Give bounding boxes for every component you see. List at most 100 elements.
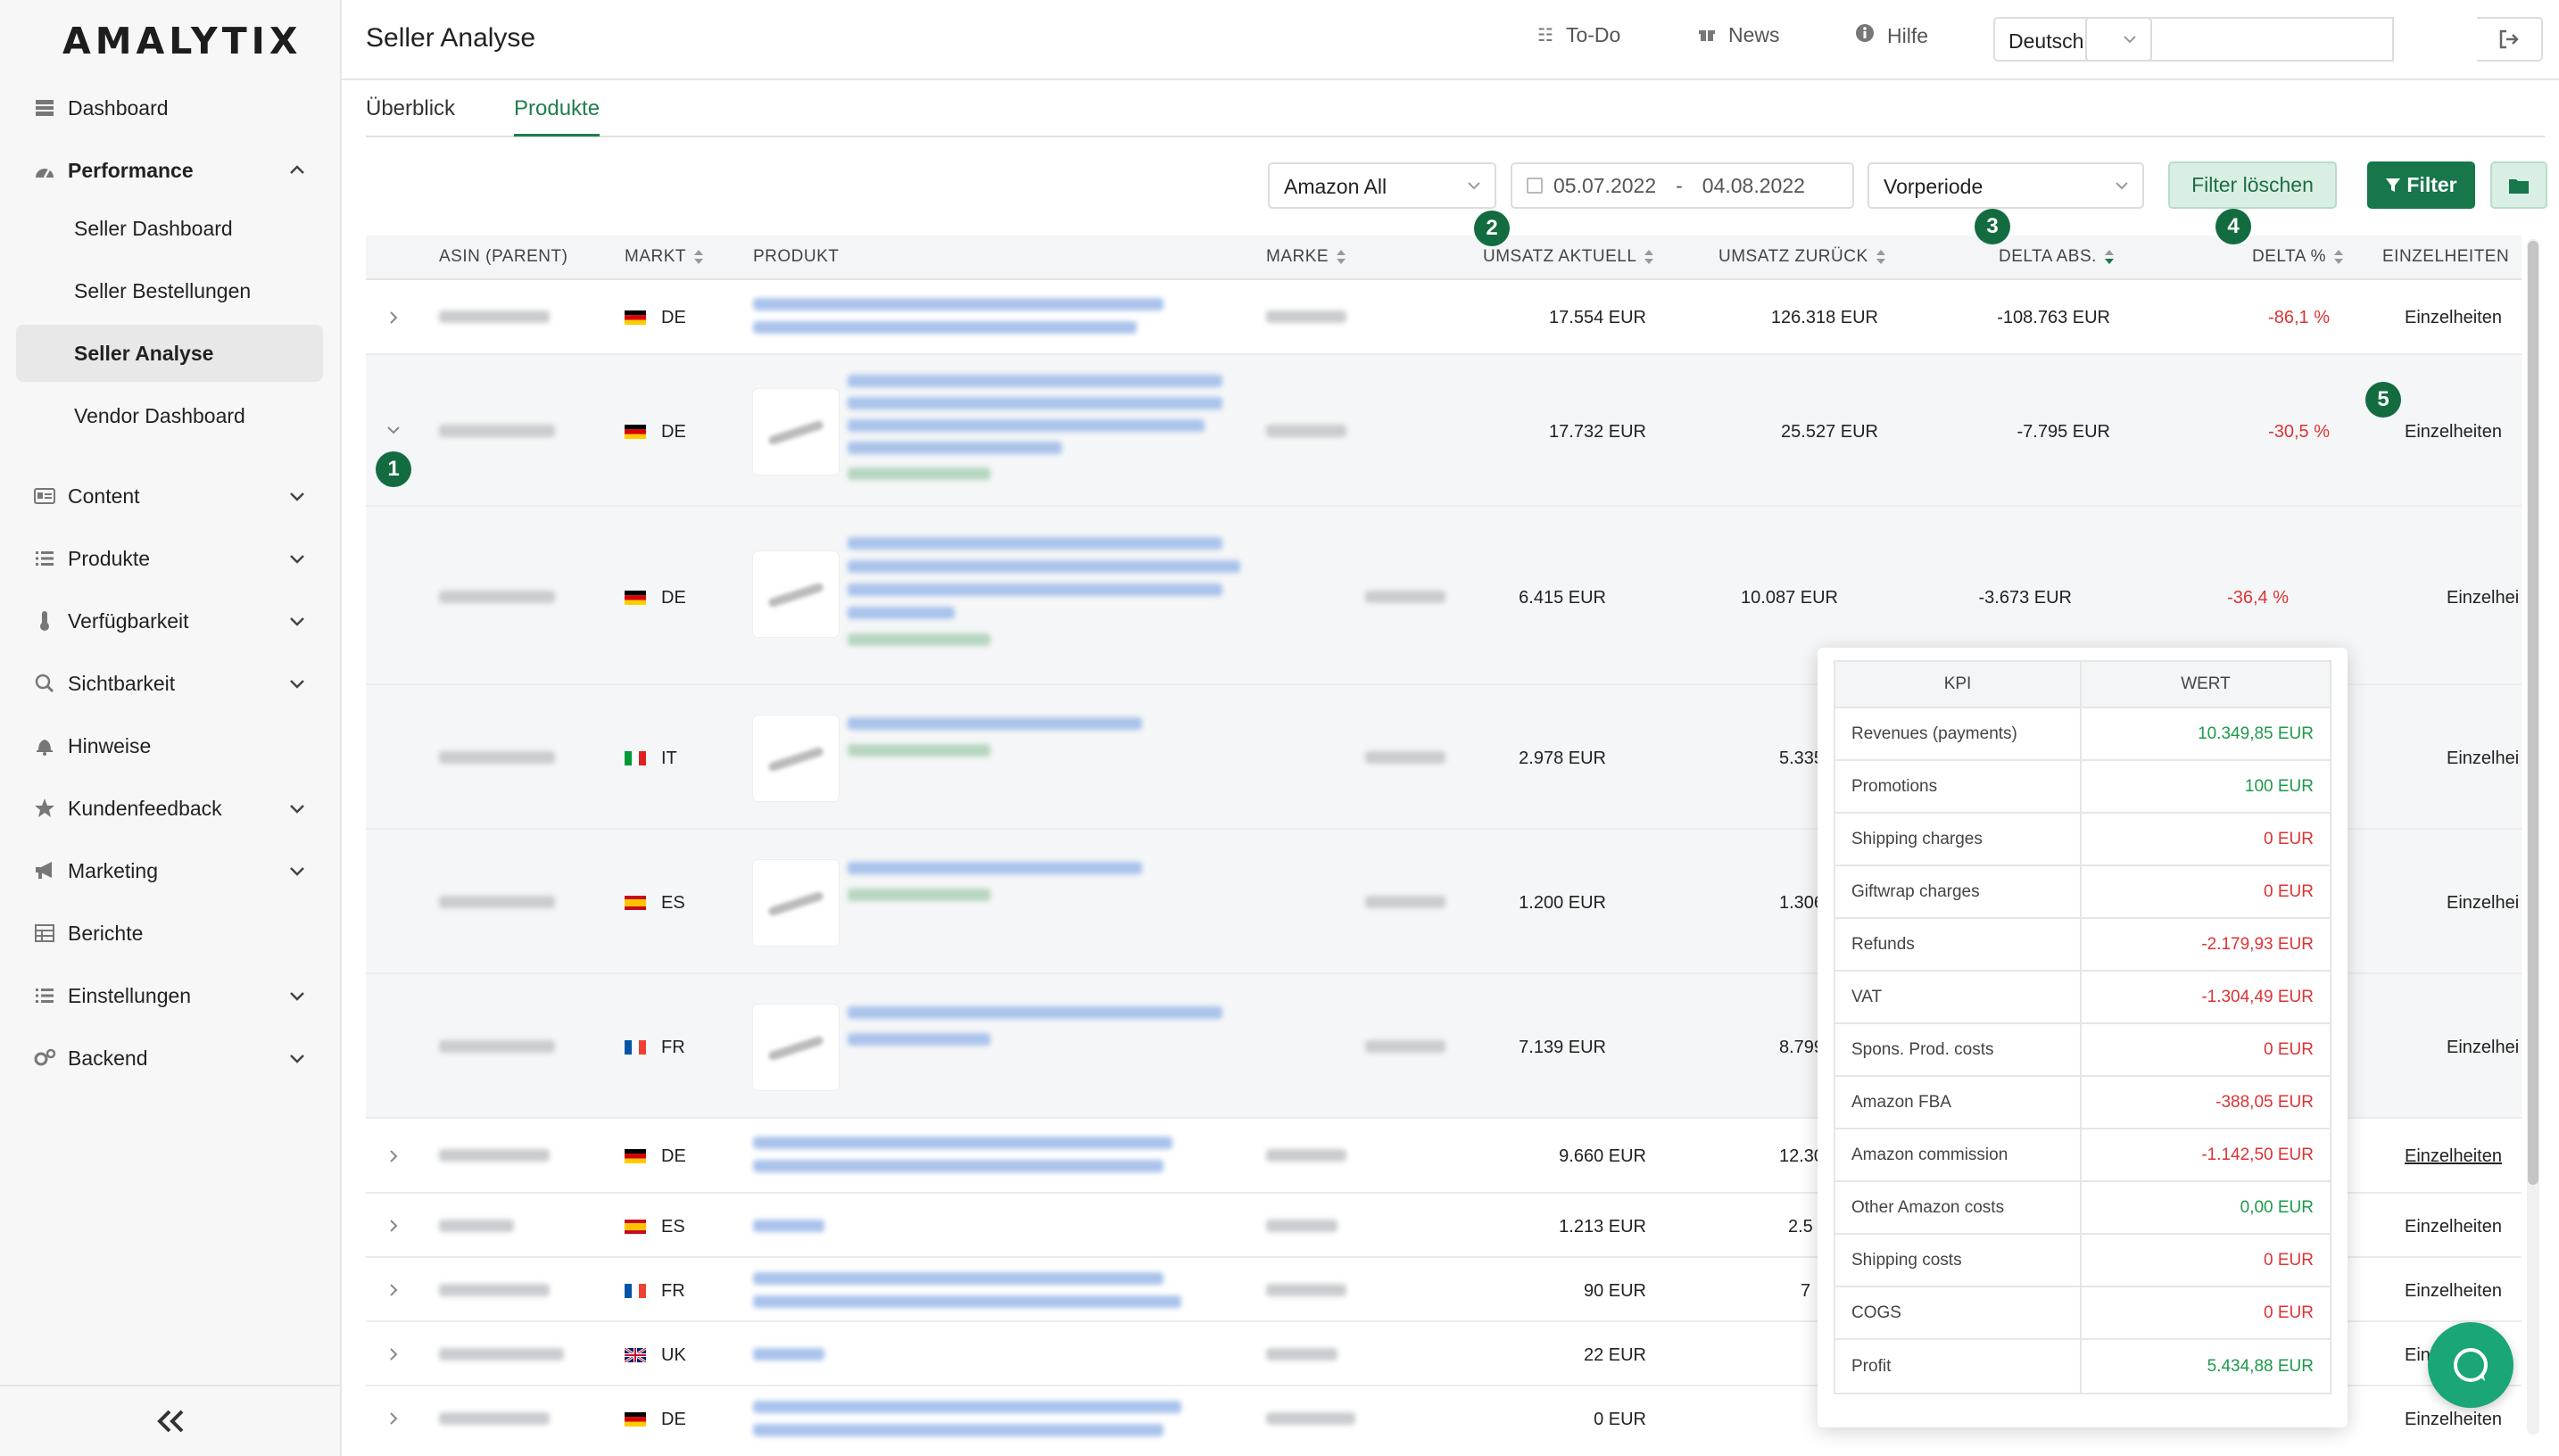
date-range-picker[interactable]: 05.07.2022 - 04.08.2022 <box>1511 162 1854 209</box>
chevron-down-icon <box>290 555 304 564</box>
sidebar-item-kundenfeedback[interactable]: Kundenfeedback <box>0 782 342 835</box>
brand-redacted <box>1365 1040 1445 1053</box>
expand-chevron-icon[interactable] <box>385 1147 402 1165</box>
product-link-redacted[interactable] <box>848 537 1222 550</box>
column-header-asin[interactable]: ASIN (PARENT) <box>439 247 567 267</box>
expand-chevron-icon[interactable] <box>385 1345 402 1363</box>
sidebar-item-sichtbarkeit[interactable]: Sichtbarkeit <box>0 657 342 710</box>
marketplace-value: Amazon All <box>1284 175 1387 198</box>
product-link-redacted[interactable] <box>753 298 1164 310</box>
sidebar-item-label: Backend <box>68 1046 148 1070</box>
product-link-redacted[interactable] <box>848 442 1062 454</box>
column-header-label: PRODUKT <box>753 247 840 266</box>
column-header-umsatz-aktuell[interactable]: UMSATZ AKTUELL <box>1483 247 1654 267</box>
sidebar-subitem-seller-bestellungen[interactable]: Seller Bestellungen <box>16 262 323 319</box>
sidebar-subitem-vendor-dashboard[interactable]: Vendor Dashboard <box>16 387 323 444</box>
details-link[interactable]: Einzelheiten <box>2405 1217 2502 1237</box>
sidebar-subitem-label: Seller Bestellungen <box>74 278 252 302</box>
asin-redacted <box>439 425 555 437</box>
sidebar-item-hinweise[interactable]: Hinweise <box>0 719 342 773</box>
filter-button[interactable]: Filter <box>2367 161 2475 209</box>
details-link[interactable]: Einzelhei <box>2447 588 2519 608</box>
product-link-redacted[interactable] <box>753 1295 1181 1308</box>
table-row[interactable]: DE 17.554 EUR 126.318 EUR -108.763 EUR -… <box>366 280 2522 355</box>
revenue-previous: 10.087 EUR <box>1741 588 1838 608</box>
product-link-redacted[interactable] <box>848 375 1222 387</box>
details-link[interactable]: Einzelhei <box>2447 749 2519 769</box>
kpi-row: Other Amazon costs 0,00 EUR <box>1835 1182 2330 1235</box>
product-link-redacted[interactable] <box>848 419 1205 432</box>
details-link[interactable]: Einzelhei <box>2447 893 2519 914</box>
details-link[interactable]: Einzelheiten <box>2405 1281 2502 1302</box>
chat-button[interactable] <box>2428 1322 2513 1408</box>
column-header-markt[interactable]: MARKT <box>625 247 704 267</box>
column-header-marke[interactable]: MARKE <box>1266 247 1346 267</box>
product-link-redacted[interactable] <box>848 560 1240 573</box>
expand-chevron-icon[interactable] <box>385 1410 402 1427</box>
product-link-redacted[interactable] <box>848 583 1222 596</box>
product-link-redacted[interactable] <box>753 1160 1164 1172</box>
product-link-redacted[interactable] <box>848 607 955 619</box>
expand-chevron-icon[interactable] <box>385 309 402 327</box>
sidebar-item-dashboard[interactable]: Dashboard <box>0 81 342 135</box>
tab-ueberblick[interactable]: Überblick <box>366 96 455 134</box>
product-link-redacted[interactable] <box>753 1137 1172 1149</box>
expand-chevron-icon[interactable] <box>385 1281 402 1299</box>
saved-filters-button[interactable] <box>2490 161 2547 209</box>
product-link-redacted[interactable] <box>753 1272 1164 1285</box>
details-link[interactable]: Einzelheiten <box>2405 308 2502 328</box>
sidebar-item-backend[interactable]: Backend <box>0 1031 342 1085</box>
details-link[interactable]: Einzelheiten <box>2405 1410 2502 1430</box>
product-link-redacted[interactable] <box>753 1424 1164 1436</box>
details-link[interactable]: Einzelheiten <box>2405 1146 2502 1167</box>
compare-period-select[interactable]: Vorperiode <box>1867 162 2144 209</box>
sidebar-item-content[interactable]: Content <box>0 469 342 523</box>
search-input[interactable] <box>2085 17 2394 62</box>
marketplace-select[interactable]: Amazon All <box>1268 162 1496 209</box>
column-header-delta-abs[interactable]: DELTA ABS. <box>1999 247 2115 267</box>
clear-filter-button[interactable]: Filter löschen <box>2168 161 2337 209</box>
revenue-current: 0 EUR <box>1594 1410 1646 1429</box>
product-link-redacted[interactable] <box>848 397 1222 410</box>
collapse-chevron-icon[interactable] <box>385 421 402 439</box>
column-header-delta-pct[interactable]: DELTA % <box>2252 247 2344 267</box>
expand-chevron-icon[interactable] <box>385 1217 402 1235</box>
table-row[interactable]: DE 17.732 EUR 25.527 EUR -7.795 EUR -30,… <box>366 355 2522 507</box>
sidebar-item-marketing[interactable]: Marketing <box>0 844 342 898</box>
kpi-label: VAT <box>1835 972 2083 1022</box>
product-link-redacted[interactable] <box>753 1348 824 1361</box>
todo-link[interactable]: ☷ To-Do <box>1537 23 1620 47</box>
column-header-produkt[interactable]: PRODUKT <box>753 247 839 267</box>
news-link[interactable]: News <box>1698 23 1780 47</box>
column-header-label: DELTA % <box>2252 247 2327 266</box>
table-scrollbar-thumb[interactable] <box>2528 241 2538 1185</box>
product-link-redacted[interactable] <box>753 1401 1181 1413</box>
help-link[interactable]: Hilfe <box>1855 23 1928 48</box>
sidebar-item-einstellungen[interactable]: Einstellungen <box>0 969 342 1022</box>
details-link[interactable]: Ein <box>2405 1345 2431 1366</box>
chevron-down-icon <box>290 617 304 626</box>
child-asin-redacted <box>848 744 990 757</box>
details-link[interactable]: Einzelheiten <box>2405 422 2502 443</box>
logout-button[interactable] <box>2477 17 2543 62</box>
kpi-label: Revenues (payments) <box>1835 708 2083 759</box>
list-icon: ☷ <box>1537 26 1553 46</box>
chat-icon <box>2454 1348 2488 1382</box>
annotation-badge-5: 5 <box>2365 382 2401 418</box>
product-link-redacted[interactable] <box>753 1220 824 1232</box>
product-link-redacted[interactable] <box>848 717 1142 730</box>
product-link-redacted[interactable] <box>848 862 1142 874</box>
sidebar-subitem-seller-analyse[interactable]: Seller Analyse <box>16 325 323 382</box>
sidebar-item-produkte[interactable]: Produkte <box>0 532 342 585</box>
sidebar-item-berichte[interactable]: Berichte <box>0 906 342 960</box>
column-header-umsatz-zurueck[interactable]: UMSATZ ZURÜCK <box>1718 247 1886 267</box>
sidebar-subitem-seller-dashboard[interactable]: Seller Dashboard <box>16 200 323 257</box>
product-link-redacted[interactable] <box>848 1006 1222 1019</box>
sidebar-item-performance[interactable]: Performance <box>0 144 342 197</box>
details-link[interactable]: Einzelhei <box>2447 1038 2519 1058</box>
product-link-redacted[interactable] <box>753 321 1137 334</box>
kpi-label: Shipping charges <box>1835 814 2083 864</box>
sidebar-collapse-button[interactable] <box>0 1385 342 1456</box>
tab-produkte[interactable]: Produkte <box>514 96 600 136</box>
sidebar-item-verfuegbarkeit[interactable]: Verfügbarkeit <box>0 594 342 648</box>
